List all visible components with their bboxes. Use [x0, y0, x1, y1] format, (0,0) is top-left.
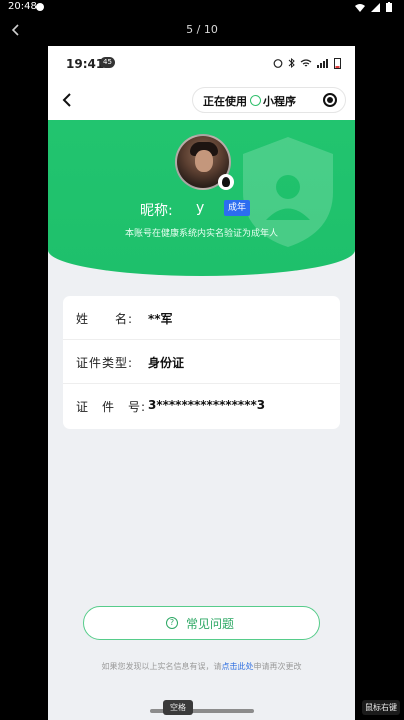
id-number-value: 3****************3 [148, 398, 266, 412]
nickname-label: 昵称: [140, 203, 173, 219]
faq-label: 常见问题 [186, 617, 235, 631]
nickname-value: y [196, 200, 205, 216]
close-target-icon[interactable] [323, 93, 337, 107]
profile-header: 昵称: y 成年 本账号在健康系统内实名验证为成年人 [48, 120, 355, 276]
mini-program-capsule[interactable]: 正在使用 小程序 [192, 87, 346, 113]
viewer-header: 5 / 10 [0, 18, 404, 44]
phone-screenshot: 19:41 45 正在使用 小程序 昵称: y 成年 本账号在健康系统内实名验证… [48, 46, 355, 720]
qq-icon [218, 174, 234, 190]
footer-note: 如果您发现以上实名信息有误，请点击此处申请再次更改 [48, 661, 355, 672]
info-row-id-type: 证件类型: 身份证 [63, 340, 340, 384]
alarm-icon [273, 59, 283, 68]
phone-time: 19:41 [66, 57, 105, 71]
info-row-id-number: 证 件 号: 3****************3 [63, 384, 340, 428]
footer-prefix: 如果您发现以上实名信息有误，请 [101, 662, 222, 671]
image-counter: 5 / 10 [186, 23, 218, 36]
bluetooth-icon [288, 58, 295, 68]
battery-icon [386, 2, 392, 12]
cellular-signal-icon [317, 58, 328, 68]
battery-low-icon [334, 58, 341, 69]
wifi-icon [355, 3, 365, 12]
name-label: 姓 名: [76, 312, 134, 326]
phone-status-icons [273, 57, 341, 69]
adult-badge: 成年 [224, 200, 250, 216]
name-value: **军 [148, 312, 173, 326]
mini-program-icon [250, 95, 261, 106]
capsule-text-using: 正在使用 [203, 95, 247, 108]
right-click-button[interactable]: 鼠标右键 [362, 700, 400, 715]
click-here-link[interactable]: 点击此处 [222, 662, 254, 671]
phone-status-bar: 19:41 45 [48, 46, 355, 80]
signal-icon [371, 2, 380, 12]
notification-badge: 45 [100, 57, 115, 68]
footer-suffix: 申请再次更改 [253, 662, 302, 671]
outer-time: 20:48 [8, 1, 37, 12]
verify-text: 本账号在健康系统内实名验证为成年人 [124, 229, 278, 239]
outer-status-icons [355, 2, 392, 12]
info-row-name: 姓 名: **军 [63, 296, 340, 340]
faq-button[interactable]: ? 常见问题 [83, 606, 320, 640]
mini-program-nav: 正在使用 小程序 [48, 80, 355, 120]
id-type-value: 身份证 [148, 356, 185, 370]
question-icon: ? [166, 617, 178, 629]
wifi-icon [300, 58, 312, 66]
avatar-face [195, 150, 213, 172]
outer-status-bar: 20:48 [0, 0, 404, 14]
capsule-text-mini: 小程序 [263, 95, 296, 108]
id-type-label: 证件类型: [76, 356, 134, 370]
identity-info-card: 姓 名: **军 证件类型: 身份证 证 件 号: 3*************… [63, 296, 340, 429]
back-icon[interactable] [60, 92, 74, 108]
sync-icon [36, 3, 44, 11]
space-key-button[interactable]: 空格 [163, 700, 193, 715]
id-number-label: 证 件 号: [76, 400, 147, 414]
